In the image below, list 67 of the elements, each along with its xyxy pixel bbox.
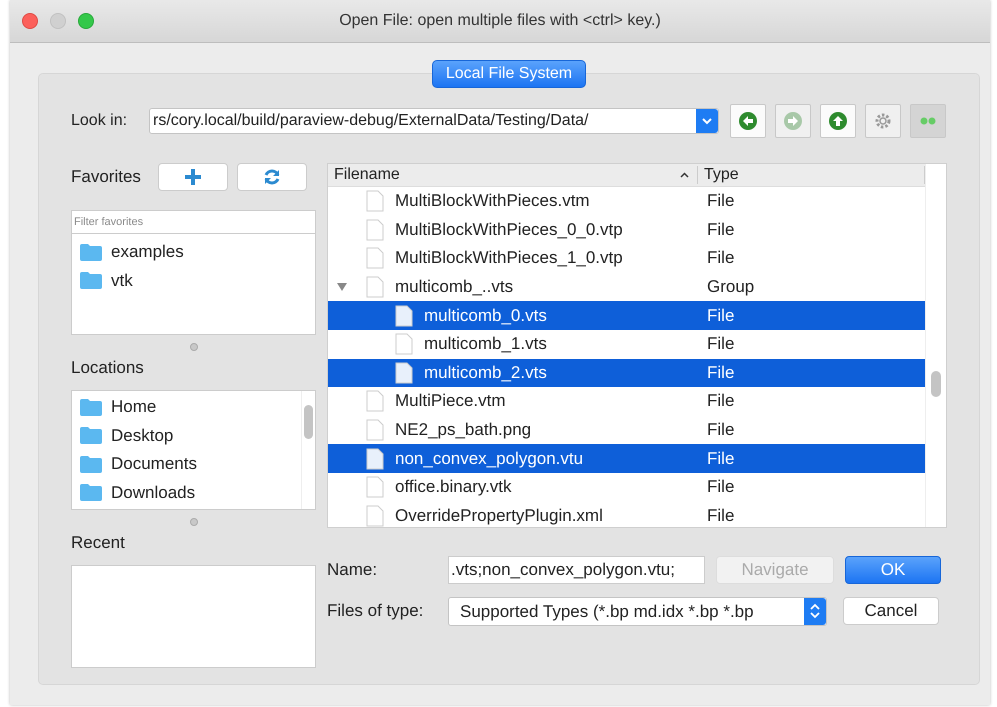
location-item[interactable]: Documents bbox=[72, 450, 301, 478]
filter-field[interactable]: Filter favorites bbox=[71, 210, 316, 234]
file-icon bbox=[366, 218, 384, 241]
file-row[interactable]: OverridePropertyPlugin.xml File bbox=[328, 502, 925, 527]
file-row[interactable]: multicomb_..vts Group bbox=[328, 272, 925, 302]
folder-icon bbox=[80, 398, 102, 416]
look-in-combo[interactable]: rs/cory.local/build/paraview-debug/ExternalData/Testing/Data/ bbox=[149, 108, 719, 134]
favorites-label: Favorites bbox=[71, 167, 142, 187]
file-icon bbox=[395, 362, 413, 384]
file-row[interactable]: MultiBlockWithPieces_0_0.vtp File bbox=[328, 216, 925, 244]
file-icon bbox=[366, 247, 384, 270]
window-title: Open File: open multiple files with <ctrl> key.) bbox=[339, 12, 661, 30]
close-button[interactable] bbox=[22, 13, 38, 29]
file-row[interactable]: multicomb_0.vts File bbox=[328, 301, 925, 330]
two-dots-icon bbox=[918, 116, 938, 126]
sort-caret-icon bbox=[680, 172, 689, 178]
file-row[interactable]: multicomb_1.vts File bbox=[328, 330, 925, 359]
folder-icon bbox=[80, 427, 102, 444]
folder-icon bbox=[80, 456, 102, 473]
file-type-combo[interactable]: Supported Types (*.bp md.idx *.bp *.bp bbox=[448, 596, 827, 626]
column-header[interactable]: Type bbox=[698, 166, 925, 184]
folder-icon bbox=[80, 272, 102, 290]
scrollbar-thumb[interactable] bbox=[931, 371, 941, 397]
file-icon bbox=[395, 333, 413, 356]
scrollbar-thumb[interactable] bbox=[304, 405, 313, 439]
location-item[interactable]: Downloads bbox=[72, 478, 301, 507]
file-icon bbox=[366, 448, 384, 470]
location-item[interactable]: Desktop bbox=[72, 422, 301, 450]
file-row[interactable]: office.binary.vtk File bbox=[328, 472, 925, 502]
location-item[interactable]: Home bbox=[72, 393, 301, 422]
folder-icon bbox=[80, 484, 102, 502]
name-field[interactable]: .vts;non_convex_polygon.vtu; bbox=[448, 556, 705, 584]
folder-icon bbox=[80, 244, 102, 261]
cancel-button[interactable]: Cancel bbox=[843, 597, 939, 625]
splitter-handle[interactable] bbox=[190, 342, 198, 350]
zoom-button[interactable] bbox=[78, 13, 94, 29]
file-row[interactable]: MultiBlockWithPieces.vtm File bbox=[328, 187, 925, 216]
back-button[interactable] bbox=[730, 104, 766, 138]
refresh-icon bbox=[262, 167, 282, 187]
gear-icon bbox=[873, 111, 893, 131]
file-icon bbox=[366, 419, 384, 442]
files-of-type-label: Files of type: bbox=[327, 601, 424, 621]
file-icon bbox=[366, 476, 384, 498]
up-down-arrows-icon bbox=[804, 598, 826, 624]
splitter-handle[interactable] bbox=[190, 518, 198, 526]
refresh-button[interactable] bbox=[237, 163, 307, 191]
file-icon bbox=[366, 190, 384, 212]
file-icon bbox=[366, 276, 384, 298]
minimize-button[interactable] bbox=[50, 13, 66, 29]
file-row[interactable]: MultiPiece.vtm File bbox=[328, 387, 925, 416]
up-button[interactable] bbox=[820, 104, 856, 138]
file-icon bbox=[366, 390, 384, 412]
file-row[interactable]: multicomb_2.vts File bbox=[328, 358, 925, 388]
look-in-label: Look in: bbox=[71, 112, 128, 130]
favorite-item[interactable]: vtk bbox=[72, 266, 315, 295]
locations-label: Locations bbox=[71, 358, 145, 378]
file-row[interactable]: NE2_ps_bath.png File bbox=[328, 416, 925, 444]
plus-icon bbox=[184, 168, 202, 186]
add-favorite-button[interactable] bbox=[158, 163, 228, 191]
file-icon bbox=[395, 304, 413, 327]
name-label: Name: bbox=[327, 560, 378, 580]
expand-triangle-icon[interactable] bbox=[336, 282, 348, 292]
file-row[interactable]: MultiBlockWithPieces_1_0.vtp File bbox=[328, 244, 925, 273]
favorite-item[interactable]: examples bbox=[72, 238, 315, 266]
column-header[interactable]: Filename bbox=[328, 166, 698, 184]
recent-label: Recent bbox=[71, 533, 126, 553]
file-row[interactable]: non_convex_polygon.vtu File bbox=[328, 444, 925, 473]
